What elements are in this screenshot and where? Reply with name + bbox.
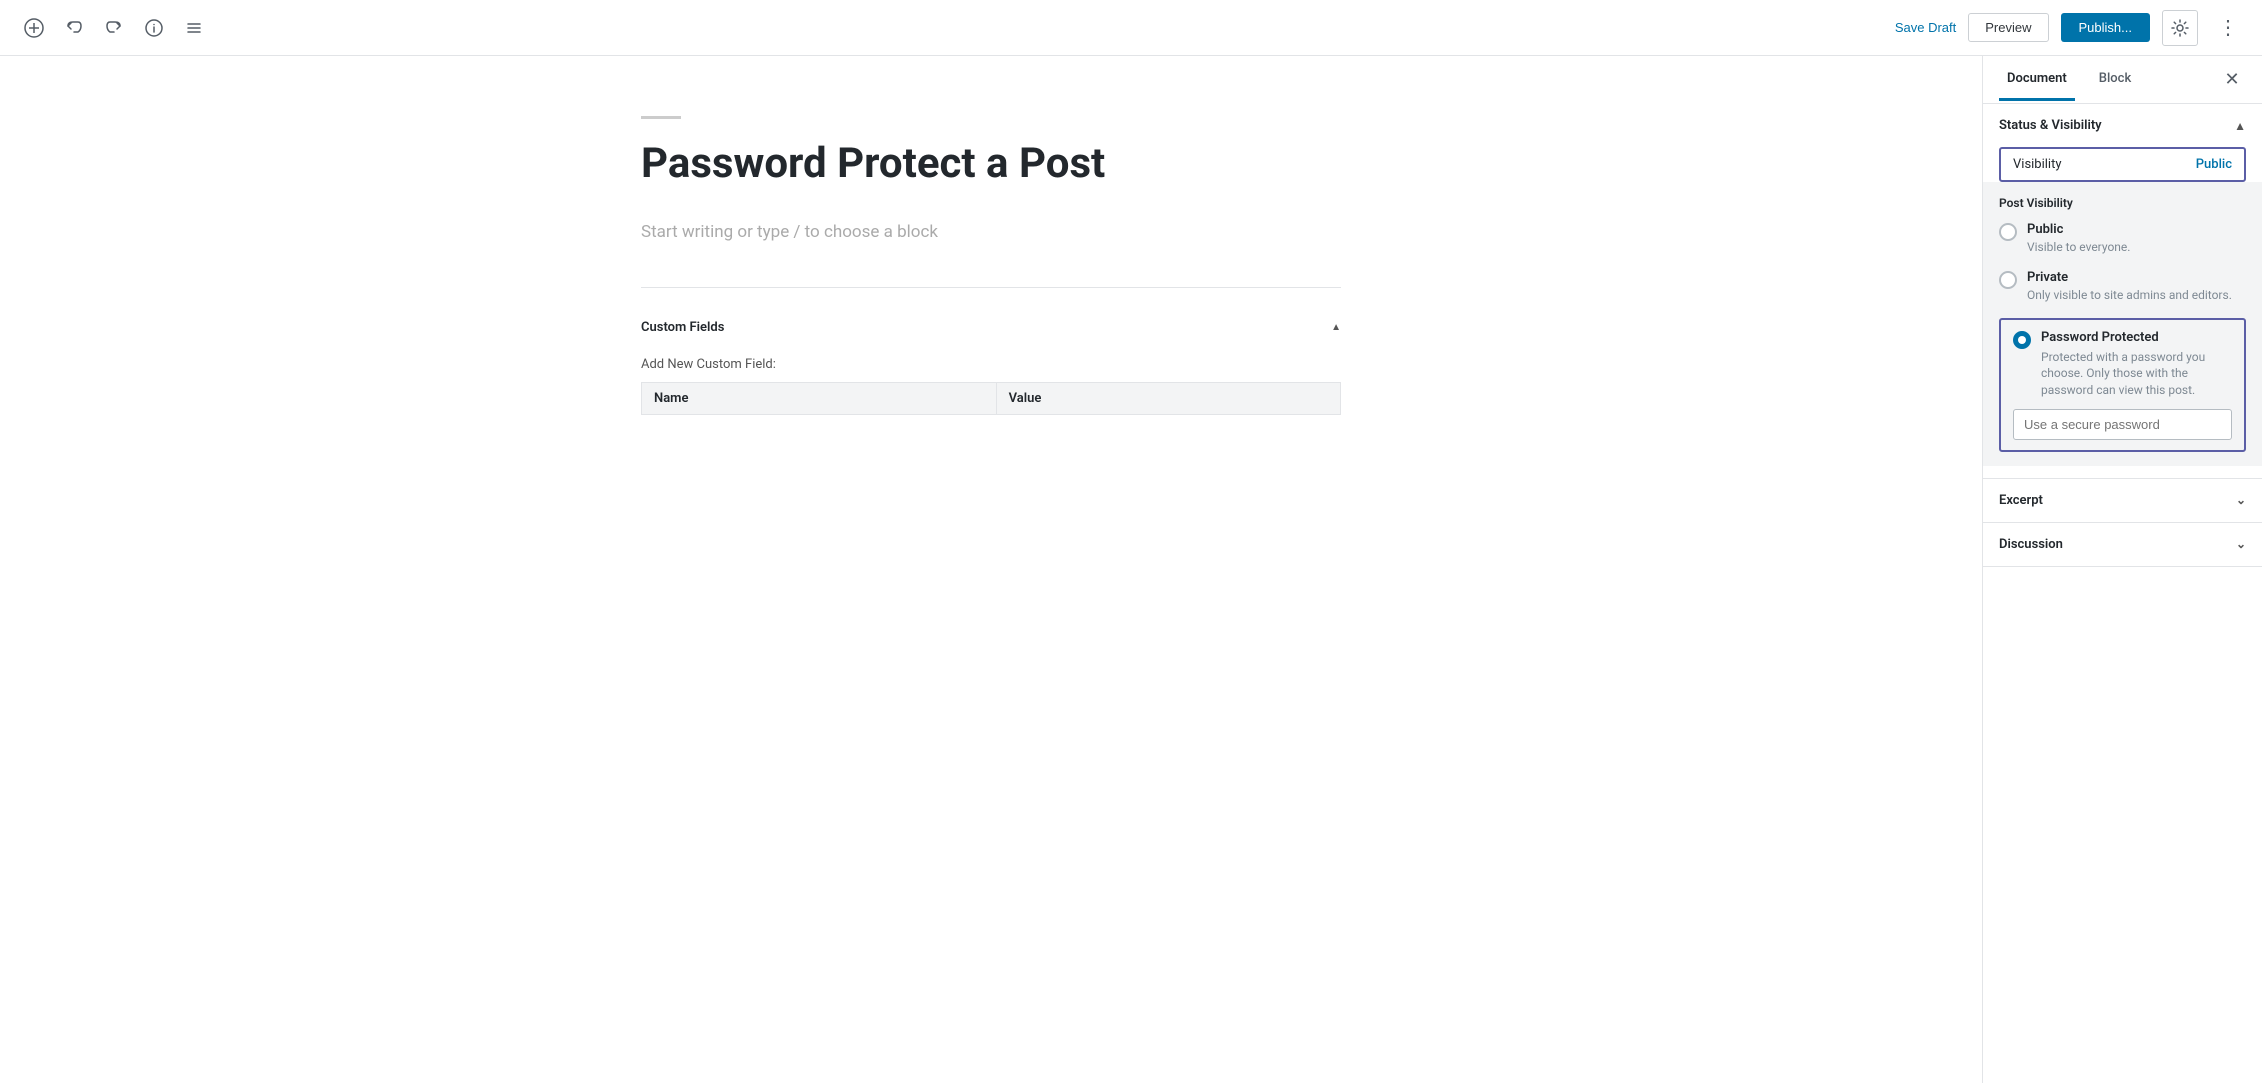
password-input-wrapper (2013, 409, 2232, 440)
radio-password-protected[interactable] (2013, 331, 2031, 349)
save-draft-button[interactable]: Save Draft (1895, 20, 1956, 35)
excerpt-header[interactable]: Excerpt ⌄ (1983, 479, 2262, 522)
discussion-section: Discussion ⌄ (1983, 523, 2262, 567)
toolbar-right: Save Draft Preview Publish... ⋮ (1895, 10, 2246, 46)
post-title[interactable]: Password Protect a Post (641, 139, 1341, 189)
redo-button[interactable] (96, 10, 132, 46)
custom-fields-header[interactable]: Custom Fields ▲ (641, 308, 1341, 347)
list-view-button[interactable] (176, 10, 212, 46)
main-layout: Password Protect a Post Start writing or… (0, 56, 2262, 1083)
visibility-option-private[interactable]: Private Only visible to site admins and … (1999, 270, 2246, 304)
visibility-value[interactable]: Public (2196, 157, 2232, 172)
publish-button[interactable]: Publish... (2061, 13, 2150, 42)
visibility-option-private-text: Private Only visible to site admins and … (2027, 270, 2232, 304)
col-value: Value (996, 382, 1340, 414)
add-new-custom-field-label: Add New Custom Field: (641, 357, 776, 372)
undo-button[interactable] (56, 10, 92, 46)
discussion-chevron: ⌄ (2236, 537, 2246, 551)
private-option-title: Private (2027, 270, 2232, 285)
editor-bottom: Custom Fields ▲ Add New Custom Field: Na… (641, 287, 1341, 425)
custom-fields-label: Custom Fields (641, 320, 724, 335)
private-option-desc: Only visible to site admins and editors. (2027, 287, 2232, 304)
visibility-label: Visibility (2013, 157, 2062, 172)
tab-block[interactable]: Block (2091, 59, 2139, 101)
visibility-option-public[interactable]: Public Visible to everyone. (1999, 222, 2246, 256)
custom-fields-table: Name Value (641, 382, 1341, 415)
public-option-title: Public (2027, 222, 2130, 237)
info-button[interactable] (136, 10, 172, 46)
settings-button[interactable] (2162, 10, 2198, 46)
sidebar-close-button[interactable]: ✕ (2218, 66, 2246, 94)
sidebar-header: Document Block ✕ (1983, 56, 2262, 104)
radio-public[interactable] (1999, 223, 2017, 241)
excerpt-chevron: ⌄ (2236, 493, 2246, 507)
editor-area: Password Protect a Post Start writing or… (0, 56, 1982, 1083)
password-protected-title: Password Protected (2041, 330, 2232, 345)
discussion-label: Discussion (1999, 537, 2063, 552)
excerpt-label: Excerpt (1999, 493, 2043, 508)
status-visibility-chevron: ▲ (2234, 119, 2246, 133)
custom-fields-toggle-icon: ▲ (1331, 322, 1341, 333)
post-visibility-panel: Post Visibility Public Visible to everyo… (1983, 182, 2262, 466)
tab-document[interactable]: Document (1999, 59, 2075, 101)
password-protected-text: Password Protected Protected with a pass… (2041, 330, 2232, 399)
visibility-row[interactable]: Visibility Public (1999, 147, 2246, 182)
visibility-option-public-text: Public Visible to everyone. (2027, 222, 2130, 256)
password-input[interactable] (2013, 409, 2232, 440)
excerpt-section: Excerpt ⌄ (1983, 479, 2262, 523)
col-name: Name (642, 382, 997, 414)
post-placeholder[interactable]: Start writing or type / to choose a bloc… (641, 219, 1341, 246)
toolbar: Save Draft Preview Publish... ⋮ (0, 0, 2262, 56)
title-separator (641, 116, 681, 119)
status-visibility-label: Status & Visibility (1999, 118, 2102, 133)
preview-button[interactable]: Preview (1968, 13, 2048, 42)
status-visibility-header[interactable]: Status & Visibility ▲ (1983, 104, 2262, 147)
radio-inner (2018, 336, 2026, 344)
editor-content: Password Protect a Post Start writing or… (601, 116, 1381, 425)
public-option-desc: Visible to everyone. (2027, 239, 2130, 256)
visibility-option-password[interactable]: Password Protected Protected with a pass… (1999, 318, 2246, 452)
password-protected-desc: Protected with a password you choose. On… (2041, 349, 2232, 399)
post-visibility-title: Post Visibility (1999, 196, 2246, 210)
custom-fields-content: Add New Custom Field: Name Value (641, 347, 1341, 425)
sidebar: Document Block ✕ Status & Visibility ▲ V… (1982, 56, 2262, 1083)
more-options-button[interactable]: ⋮ (2210, 10, 2246, 46)
add-block-button[interactable] (16, 10, 52, 46)
toolbar-left (16, 10, 212, 46)
status-visibility-section: Status & Visibility ▲ Visibility Public … (1983, 104, 2262, 479)
discussion-header[interactable]: Discussion ⌄ (1983, 523, 2262, 566)
radio-private[interactable] (1999, 271, 2017, 289)
